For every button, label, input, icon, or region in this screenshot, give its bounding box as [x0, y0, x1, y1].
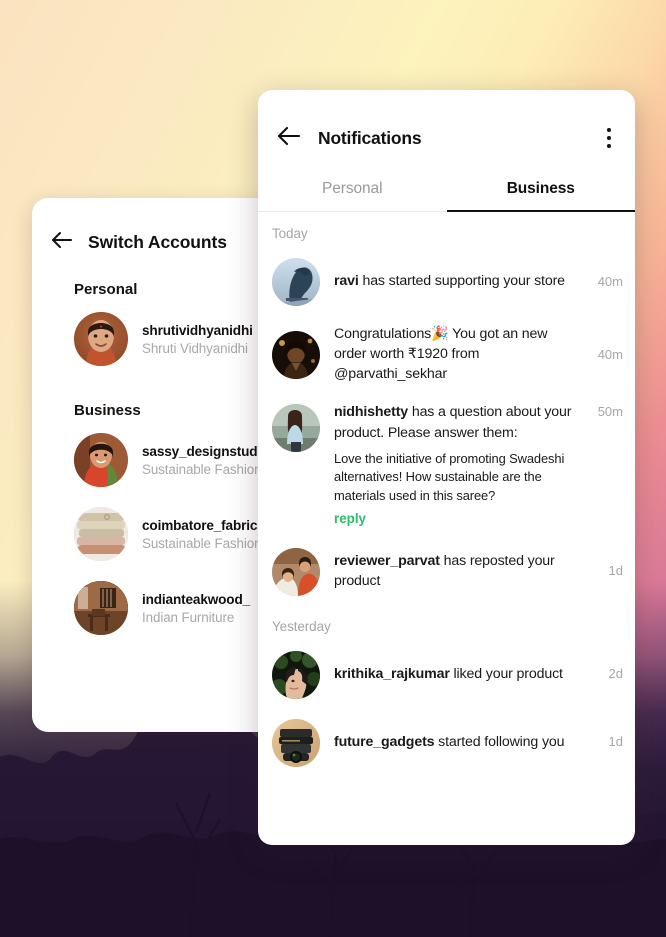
notification-timestamp: 1d	[608, 563, 623, 579]
notifications-tabs: Personal Business	[258, 172, 635, 212]
notification-item[interactable]: krithika_rajkumar liked your product 2d	[258, 640, 635, 708]
tab-personal[interactable]: Personal	[258, 172, 447, 212]
account-row[interactable]: sassy_designstudio Sustainable Fashion	[32, 423, 289, 497]
arrow-left-icon[interactable]	[50, 230, 74, 255]
reply-link[interactable]: reply	[334, 511, 366, 526]
switch-accounts-panel: Switch Accounts Personal shrutividhyanid…	[32, 198, 289, 732]
business-account-list: sassy_designstudio Sustainable Fashion c…	[32, 419, 289, 645]
notification-text-block: Congratulations🎉 You got an new order wo…	[334, 324, 578, 384]
switch-accounts-title: Switch Accounts	[88, 232, 227, 252]
notification-text-block: nidhishetty has a question about your pr…	[334, 402, 578, 527]
account-subtitle: Shruti Vidhyanidhi	[142, 340, 248, 356]
woman-blue-top-avatar	[272, 404, 320, 453]
foliage-portrait-avatar	[272, 650, 320, 699]
section-label-business: Business	[74, 402, 141, 419]
celebration-portrait-avatar	[272, 331, 320, 380]
section-label-personal: Personal	[74, 281, 138, 298]
tab-business[interactable]: Business	[447, 172, 636, 212]
notification-timestamp: 1d	[608, 734, 623, 750]
notification-item[interactable]: Congratulations🎉 You got an new order wo…	[258, 315, 635, 393]
notification-body: has started supporting your store	[358, 272, 565, 289]
notification-actor[interactable]: krithika_rajkumar	[334, 666, 450, 682]
blue-statue-avatar	[272, 258, 320, 306]
notification-timestamp: 40m	[597, 346, 623, 362]
active-tab-indicator	[446, 210, 635, 212]
personal-account-list: shrutividhyanidhi Shruti Vidhyanidhi	[32, 298, 289, 376]
account-username: shrutividhyanidhi	[142, 322, 253, 338]
woman-portrait-avatar	[74, 312, 128, 366]
notification-timestamp: 2d	[608, 666, 623, 682]
notification-actor[interactable]: future_gadgets	[334, 734, 435, 750]
notification-text-block: reviewer_parvat has reposted your produc…	[334, 551, 589, 591]
notification-message: reviewer_parvat has reposted your produc…	[334, 551, 589, 591]
notification-actor[interactable]: reviewer_parvat	[334, 553, 440, 569]
notification-actor[interactable]: nidhishetty	[334, 404, 408, 420]
notification-message: ravi has started supporting your store	[334, 271, 578, 291]
switch-accounts-header: Switch Accounts	[32, 198, 289, 255]
notification-text-block: krithika_rajkumar liked your product	[334, 664, 589, 684]
notification-message: future_gadgets started following you	[334, 732, 589, 752]
more-vertical-icon[interactable]	[601, 124, 617, 152]
account-username: sassy_designstudio	[142, 443, 270, 459]
notifications-panel: Notifications Personal Business Today ra…	[258, 90, 635, 845]
account-text: indianteakwood_ Indian Furniture	[142, 592, 250, 625]
notification-message: Congratulations🎉 You got an new order wo…	[334, 326, 548, 383]
day-label-today: Today	[272, 226, 308, 241]
notification-actor[interactable]: ravi	[334, 273, 359, 289]
notification-text-block: future_gadgets started following you	[334, 732, 589, 752]
account-row[interactable]: coimbatore_fabrics Sustainable Fashion	[32, 497, 289, 571]
notifications-list: Today ravi has started supporting your s…	[258, 212, 635, 845]
notification-body: liked your product	[449, 665, 563, 682]
account-username: coimbatore_fabrics	[142, 517, 265, 533]
arrow-left-icon[interactable]	[276, 126, 302, 151]
notifications-header: Notifications	[258, 90, 635, 152]
notification-item[interactable]: reviewer_parvat has reposted your produc…	[258, 537, 635, 605]
notification-timestamp: 50m	[597, 404, 623, 420]
account-row[interactable]: indianteakwood_ Indian Furniture	[32, 571, 289, 645]
notification-message: nidhishetty has a question about your pr…	[334, 402, 578, 442]
day-label-yesterday: Yesterday	[272, 618, 331, 634]
account-text: shrutividhyanidhi Shruti Vidhyanidhi	[142, 323, 253, 356]
notification-timestamp: 40m	[597, 273, 623, 289]
wooden-room-interior-avatar	[74, 581, 128, 635]
notification-item[interactable]: ravi has started supporting your store 4…	[258, 247, 635, 315]
reviewer-portrait-avatar	[272, 547, 320, 596]
page-title: Notifications	[318, 127, 422, 148]
account-subtitle: Indian Furniture	[142, 609, 235, 625]
account-username: indianteakwood_	[142, 591, 251, 607]
woman-in-saree-avatar	[74, 433, 128, 487]
account-row[interactable]: shrutividhyanidhi Shruti Vidhyanidhi	[32, 302, 289, 376]
account-subtitle: Sustainable Fashion	[142, 461, 262, 477]
notification-message: krithika_rajkumar liked your product	[334, 664, 589, 684]
account-text: coimbatore_fabrics Sustainable Fashion	[142, 518, 265, 551]
account-subtitle: Sustainable Fashion	[142, 535, 262, 551]
notification-item[interactable]: nidhishetty has a question about your pr…	[258, 393, 635, 536]
notification-item[interactable]: future_gadgets started following you 1d	[258, 708, 635, 776]
camera-lens-avatar	[272, 718, 320, 767]
stacked-fabrics-avatar	[74, 507, 128, 561]
account-text: sassy_designstudio Sustainable Fashion	[142, 444, 269, 477]
notification-body: started following you	[434, 733, 565, 750]
notification-text-block: ravi has started supporting your store	[334, 271, 578, 291]
notification-quote: Love the initiative of promoting Swadesh…	[334, 450, 565, 504]
